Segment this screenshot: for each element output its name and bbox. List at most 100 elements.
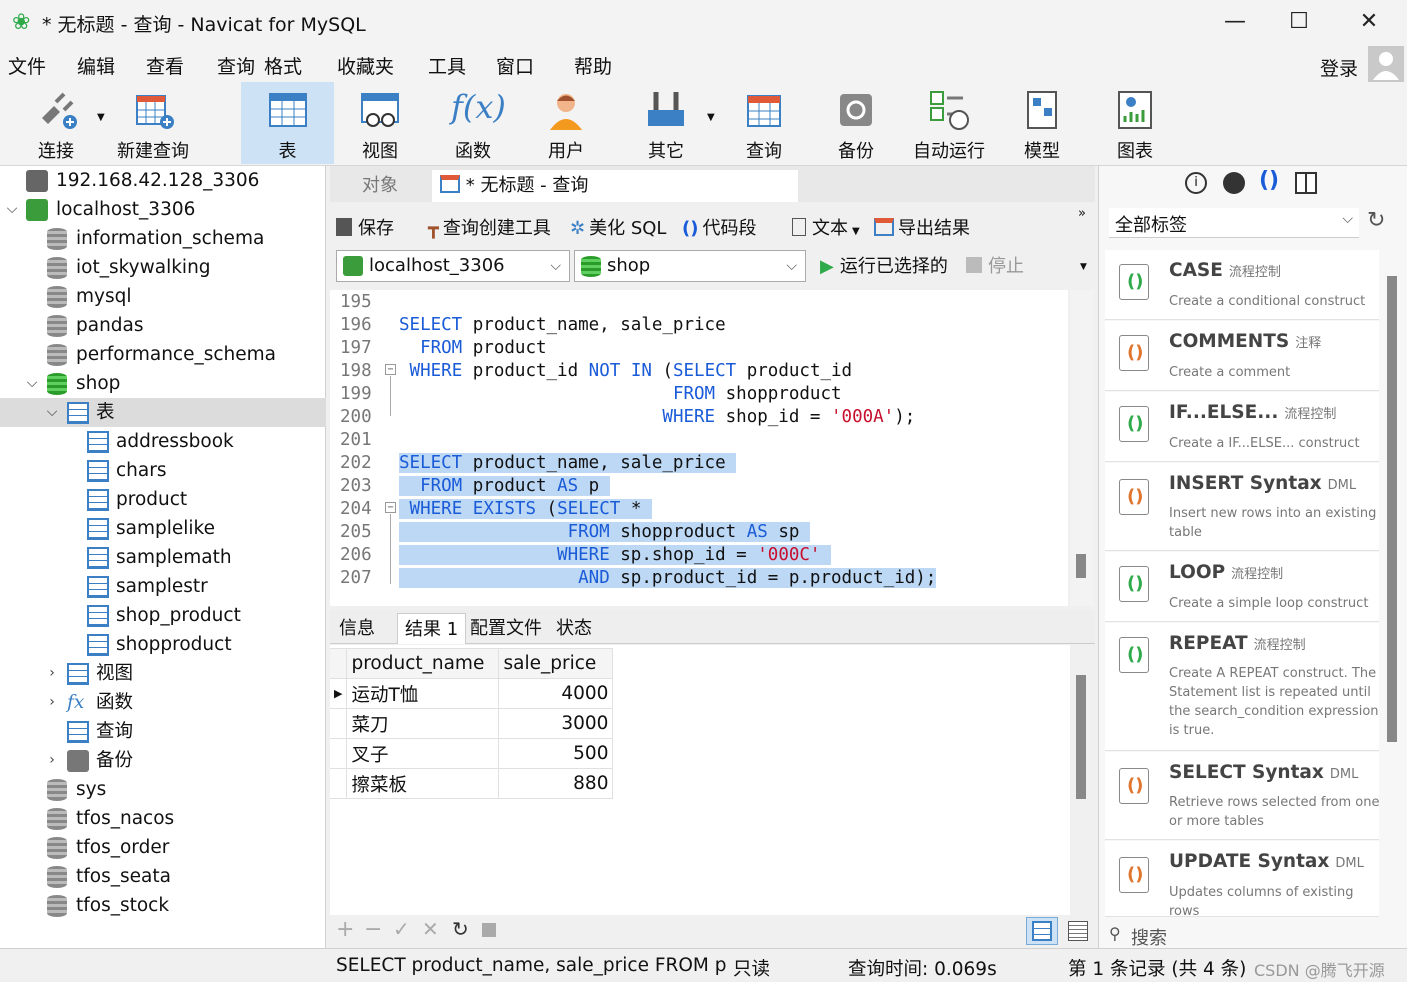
tag-filter-select[interactable]: 全部标签 ⌵ [1109,208,1359,238]
menu-file[interactable]: 文件 [8,52,46,79]
delete-row-icon[interactable]: − [364,917,382,942]
table-cell[interactable]: 500 [498,738,614,769]
tree-connection-remote[interactable]: 192.168.42.128_3306 [0,166,326,195]
snippet-search-input[interactable]: ⚲ 搜索 [1109,924,1399,949]
tree-functions-node[interactable]: › fx 函数 [0,688,326,717]
menu-tools[interactable]: 工具 [428,52,466,79]
tree-db-item[interactable]: mysql [0,282,326,311]
menu-view[interactable]: 查看 [146,52,184,79]
connection-select[interactable]: localhost_3306 ⌵ [336,250,570,282]
model-button[interactable]: 模型 [998,82,1086,164]
login-button[interactable]: 登录 [1320,54,1358,81]
menu-help[interactable]: 帮助 [574,52,612,79]
text-button[interactable]: 文本 ▼ [792,214,860,240]
menu-favorites[interactable]: 收藏夹 [337,52,394,79]
tab-query[interactable]: * 无标题 - 查询 [432,170,798,202]
grid-view-button[interactable] [1026,917,1058,945]
user-button[interactable]: 用户 [522,82,610,164]
menu-window[interactable]: 窗口 [496,52,534,79]
apply-icon[interactable]: ✓ [393,917,410,941]
chevron-down-icon[interactable]: ⌵ [45,398,59,427]
menu-format[interactable]: 格式 [264,52,302,79]
table-row[interactable]: 擦菜板 880 [330,768,614,799]
stop-icon[interactable] [482,923,496,937]
table-cell[interactable]: 叉子 [346,738,500,769]
stop-button[interactable]: 停止 [966,252,1024,278]
more-icon[interactable]: » [1078,206,1086,221]
form-view-icon[interactable] [1068,921,1088,941]
tree-table-item[interactable]: product [0,485,326,514]
snippet-card[interactable]: () IF...ELSE... 流程控制 Create a IF...ELSE..… [1105,392,1379,462]
fold-toggle-icon[interactable]: − [385,364,396,375]
tree-connection-localhost[interactable]: ⌵ localhost_3306 [0,195,326,224]
tree-table-item[interactable]: chars [0,456,326,485]
new-query-button[interactable]: 新建查询 [112,82,194,164]
menu-edit[interactable]: 编辑 [77,52,115,79]
tab-info[interactable]: 信息 [332,613,382,644]
maximize-button[interactable]: ☐ [1276,6,1322,38]
close-button[interactable]: ✕ [1346,6,1392,38]
connect-button[interactable]: 连接 [20,82,92,164]
tree-db-item[interactable]: performance_schema [0,340,326,369]
other-dropdown-icon[interactable]: ▼ [707,112,715,123]
discard-icon[interactable]: ✕ [422,917,439,941]
chevron-right-icon[interactable]: › [45,659,59,688]
tab-profile[interactable]: 配置文件 [463,613,549,644]
tree-views-node[interactable]: › 视图 [0,659,326,688]
chevron-down-icon[interactable]: ⌵ [5,195,19,224]
minimize-button[interactable]: — [1212,6,1258,38]
automation-button[interactable]: 自动运行 [905,82,993,164]
table-cell[interactable]: 3000 [498,708,614,739]
info-icon[interactable]: i [1185,172,1207,194]
tree-db-item[interactable]: tfos_seata [0,862,326,891]
table-cell[interactable]: 4000 [498,678,614,709]
tree-backups-node[interactable]: › 备份 [0,746,326,775]
tree-db-item[interactable]: sys [0,775,326,804]
save-button[interactable]: 保存 [336,214,394,240]
fold-toggle-icon[interactable]: − [385,502,396,513]
more-dropdown-icon[interactable]: ▼ [1080,262,1087,272]
connect-dropdown-icon[interactable]: ▼ [97,112,105,123]
run-selected-button[interactable]: ▶ 运行已选择的 [820,252,948,278]
tree-tables-node[interactable]: ⌵ 表 [0,398,326,427]
table-cell[interactable]: 擦菜板 [346,768,500,799]
table-row[interactable]: 菜刀 3000 [330,708,614,739]
sql-editor[interactable]: 195 196 197 198 199 200 201 202 203 204 … [330,290,1068,606]
eye-icon[interactable] [1223,172,1245,194]
tree-table-item[interactable]: addressbook [0,427,326,456]
snippet-card[interactable]: () UPDATE Syntax DML Updates columns of e… [1105,841,1379,919]
backup-button[interactable]: 备份 [812,82,900,164]
avatar[interactable] [1368,46,1404,82]
tree-db-item[interactable]: tfos_stock [0,891,326,920]
view-button[interactable]: 视图 [336,82,424,164]
tree-table-item[interactable]: shopproduct [0,630,326,659]
table-cell[interactable]: 880 [498,768,614,799]
code-snippet-button[interactable]: () 代码段 [682,214,756,240]
tree-table-item[interactable]: samplestr [0,572,326,601]
tree-db-item[interactable]: pandas [0,311,326,340]
table-row[interactable]: 叉子 500 [330,738,614,769]
table-cell[interactable]: 菜刀 [346,708,500,739]
tab-result-1[interactable]: 结果 1 [397,613,467,644]
tree-db-item[interactable]: information_schema [0,224,326,253]
query-builder-button[interactable]: ┳ 查询创建工具 [428,214,551,240]
snippet-brackets-icon[interactable]: () [1259,168,1279,193]
refresh-icon[interactable]: ↻ [452,917,469,941]
column-header[interactable]: product_name [346,648,500,679]
snippet-card[interactable]: () SELECT Syntax DML Retrieve rows select… [1105,752,1379,840]
snippet-scrollbar-thumb[interactable] [1387,276,1397,742]
tree-db-item[interactable]: iot_skywalking [0,253,326,282]
menu-query[interactable]: 查询 [217,52,255,79]
tab-status[interactable]: 状态 [549,613,599,644]
column-header[interactable]: sale_price [498,648,614,679]
snippet-card[interactable]: () CASE 流程控制 Create a conditional constru… [1105,250,1379,320]
database-select[interactable]: shop ⌵ [574,250,806,282]
snippet-card[interactable]: () COMMENTS 注释 Create a comment [1105,321,1379,391]
tab-objects[interactable]: 对象 [330,170,430,202]
query-button[interactable]: 查询 [720,82,808,164]
tree-table-item[interactable]: shop_product [0,601,326,630]
tree-db-item[interactable]: tfos_nacos [0,804,326,833]
other-button[interactable]: 其它 [622,82,710,164]
add-snippet-icon[interactable]: ↻ [1367,208,1385,233]
add-row-icon[interactable]: + [336,917,354,942]
